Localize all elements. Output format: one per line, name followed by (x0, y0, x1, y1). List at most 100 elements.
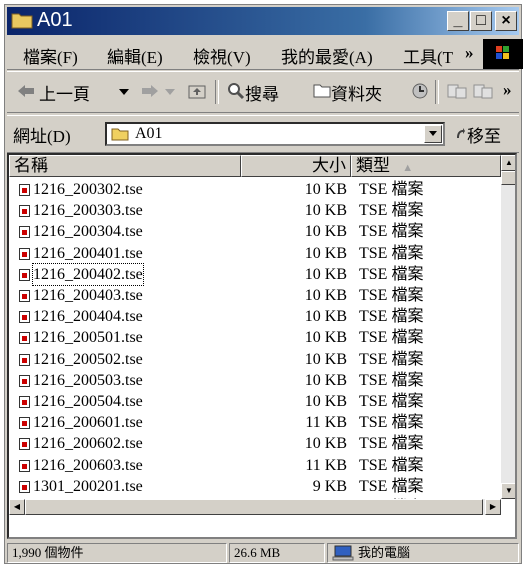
vertical-scroll-thumb[interactable] (501, 171, 515, 185)
file-size: 11 KB (305, 414, 347, 432)
file-name: 1301_200201.tse (33, 477, 143, 495)
folder-icon (111, 128, 129, 141)
tse-file-icon (19, 480, 30, 493)
file-size: 10 KB (304, 202, 347, 220)
search-button[interactable]: 搜尋 (245, 80, 279, 105)
windows-logo (483, 39, 523, 69)
file-type: TSE 檔案 (359, 456, 424, 474)
maximize-button[interactable]: □ (470, 11, 492, 31)
up-folder-icon[interactable] (187, 82, 207, 100)
file-row[interactable]: 1216_200501.tse 10 KB TSE 檔案 (9, 327, 499, 348)
status-object-count: 1,990 個物件 (7, 543, 227, 563)
file-type: TSE 檔案 (359, 350, 424, 368)
folders-button[interactable]: 資料夾 (331, 80, 382, 105)
go-button[interactable]: 移至 (467, 122, 501, 147)
file-name: 1216_200302.tse (33, 181, 143, 198)
menu-view[interactable]: 檢視(V) (193, 43, 251, 68)
menu-tools[interactable]: 工具(T (403, 43, 453, 68)
menu-file[interactable]: 檔案(F) (23, 43, 78, 68)
tse-file-icon (19, 205, 30, 218)
tse-file-icon (19, 247, 30, 260)
file-name: 1216_200304.tse (33, 223, 143, 241)
file-row[interactable]: 1216_200601.tse 11 KB TSE 檔案 (9, 412, 499, 433)
tse-file-icon (19, 374, 30, 387)
tse-file-icon (19, 290, 30, 302)
file-row[interactable]: 1216_200401.tse 10 KB TSE 檔案 (9, 243, 499, 264)
forward-arrow-icon[interactable] (141, 84, 159, 98)
explorer-window: A01 _ □ × 檔案(F) 編輯(E) 檢視(V) 我的最愛(A) 工具(T… (4, 4, 523, 564)
chevron-down-icon (429, 131, 437, 136)
file-type: TSE 檔案 (359, 414, 424, 432)
file-row[interactable]: 1216_200402.tse 10 KB TSE 檔案 (9, 262, 499, 286)
file-size: 10 KB (304, 329, 347, 347)
file-name: 1216_200402.tse (32, 262, 144, 286)
move-to-icon[interactable] (447, 82, 467, 100)
file-type: TSE 檔案 (359, 477, 424, 495)
file-size: 10 KB (304, 244, 347, 262)
copy-to-icon[interactable] (473, 82, 493, 100)
forward-dropdown-icon[interactable] (165, 88, 175, 96)
file-size: 9 KB (312, 477, 347, 495)
file-row[interactable]: 1216_200603.tse 11 KB TSE 檔案 (9, 455, 499, 476)
file-type: TSE 檔案 (359, 244, 424, 262)
tse-file-icon (19, 268, 30, 281)
scroll-right-button[interactable]: ▶ (485, 499, 501, 515)
menu-bar: 檔案(F) 編輯(E) 檢視(V) 我的最愛(A) 工具(T » (7, 39, 523, 70)
file-row[interactable]: 1216_200503.tse 10 KB TSE 檔案 (9, 370, 499, 391)
file-size: 10 KB (304, 287, 347, 304)
file-name: 1216_200502.tse (33, 350, 143, 368)
menu-more-chevron[interactable]: » (465, 43, 474, 63)
file-size: 10 KB (304, 181, 347, 198)
menu-edit[interactable]: 編輯(E) (107, 43, 163, 68)
horizontal-scroll-thumb[interactable] (25, 499, 483, 515)
file-type: TSE 檔案 (359, 202, 424, 220)
status-location: 我的電腦 (327, 543, 519, 563)
file-name: 1216_200303.tse (33, 202, 143, 220)
column-header-name[interactable]: 名稱 (9, 155, 241, 177)
file-size: 10 KB (304, 350, 347, 368)
title-bar[interactable]: A01 _ □ × (7, 7, 519, 35)
scroll-left-button[interactable]: ◀ (9, 499, 25, 515)
toolbar-more-chevron[interactable]: » (503, 80, 512, 100)
address-field[interactable]: A01 (105, 122, 445, 146)
horizontal-scrollbar[interactable]: ◀ ▶ (9, 499, 501, 515)
file-row[interactable]: 1216_200304.tse 10 KB TSE 檔案 (9, 221, 499, 242)
sort-ascending-icon: ▲ (402, 162, 414, 174)
status-bar: 1,990 個物件 26.6 MB 我的電腦 (7, 543, 519, 563)
file-row[interactable]: 1216_200404.tse 10 KB TSE 檔案 (9, 306, 499, 327)
minimize-button[interactable]: _ (447, 11, 469, 31)
tse-file-icon (19, 438, 30, 451)
close-button[interactable]: × (495, 11, 517, 31)
back-arrow-icon[interactable] (17, 84, 35, 98)
file-row[interactable]: 1216_200504.tse 10 KB TSE 檔案 (9, 391, 499, 412)
address-dropdown-button[interactable] (424, 125, 442, 143)
vertical-scrollbar[interactable]: ▲ ▼ (501, 155, 515, 499)
history-icon[interactable] (411, 82, 429, 100)
tse-file-icon (19, 396, 30, 408)
file-type: TSE 檔案 (359, 181, 424, 198)
file-row[interactable]: 1216_200303.tse 10 KB TSE 檔案 (9, 200, 499, 221)
file-name: 1216_200603.tse (33, 456, 143, 474)
file-name: 1216_200404.tse (33, 308, 143, 326)
scroll-down-button[interactable]: ▼ (501, 483, 515, 499)
tse-file-icon (19, 332, 30, 345)
file-type: TSE 檔案 (359, 308, 424, 326)
file-name: 1216_200501.tse (33, 329, 143, 347)
column-header-type[interactable]: 類型 ▲ (351, 155, 501, 177)
back-dropdown-icon[interactable] (119, 88, 129, 96)
column-header-size[interactable]: 大小 (241, 155, 351, 177)
tse-file-icon (19, 353, 30, 366)
back-button[interactable]: 上一頁 (39, 80, 90, 105)
file-row[interactable]: 1216_200403.tse 10 KB TSE 檔案 (9, 285, 499, 306)
window-title: A01 (37, 9, 73, 31)
file-row[interactable]: 1216_200302.tse 10 KB TSE 檔案 (9, 179, 499, 200)
scroll-up-button[interactable]: ▲ (501, 155, 515, 171)
file-list-view: 名稱 大小 類型 ▲ 1216_200302.tse 10 KB TSE 檔案 121… (7, 153, 517, 539)
go-arrow-icon (457, 128, 465, 138)
file-row[interactable]: 1216_200602.tse 10 KB TSE 檔案 (9, 433, 499, 454)
tse-file-icon (19, 226, 30, 239)
file-size: 10 KB (304, 435, 347, 453)
file-row[interactable]: 1301_200201.tse 9 KB TSE 檔案 (9, 476, 499, 497)
file-row[interactable]: 1216_200502.tse 10 KB TSE 檔案 (9, 349, 499, 370)
menu-favorites[interactable]: 我的最愛(A) (281, 43, 373, 68)
